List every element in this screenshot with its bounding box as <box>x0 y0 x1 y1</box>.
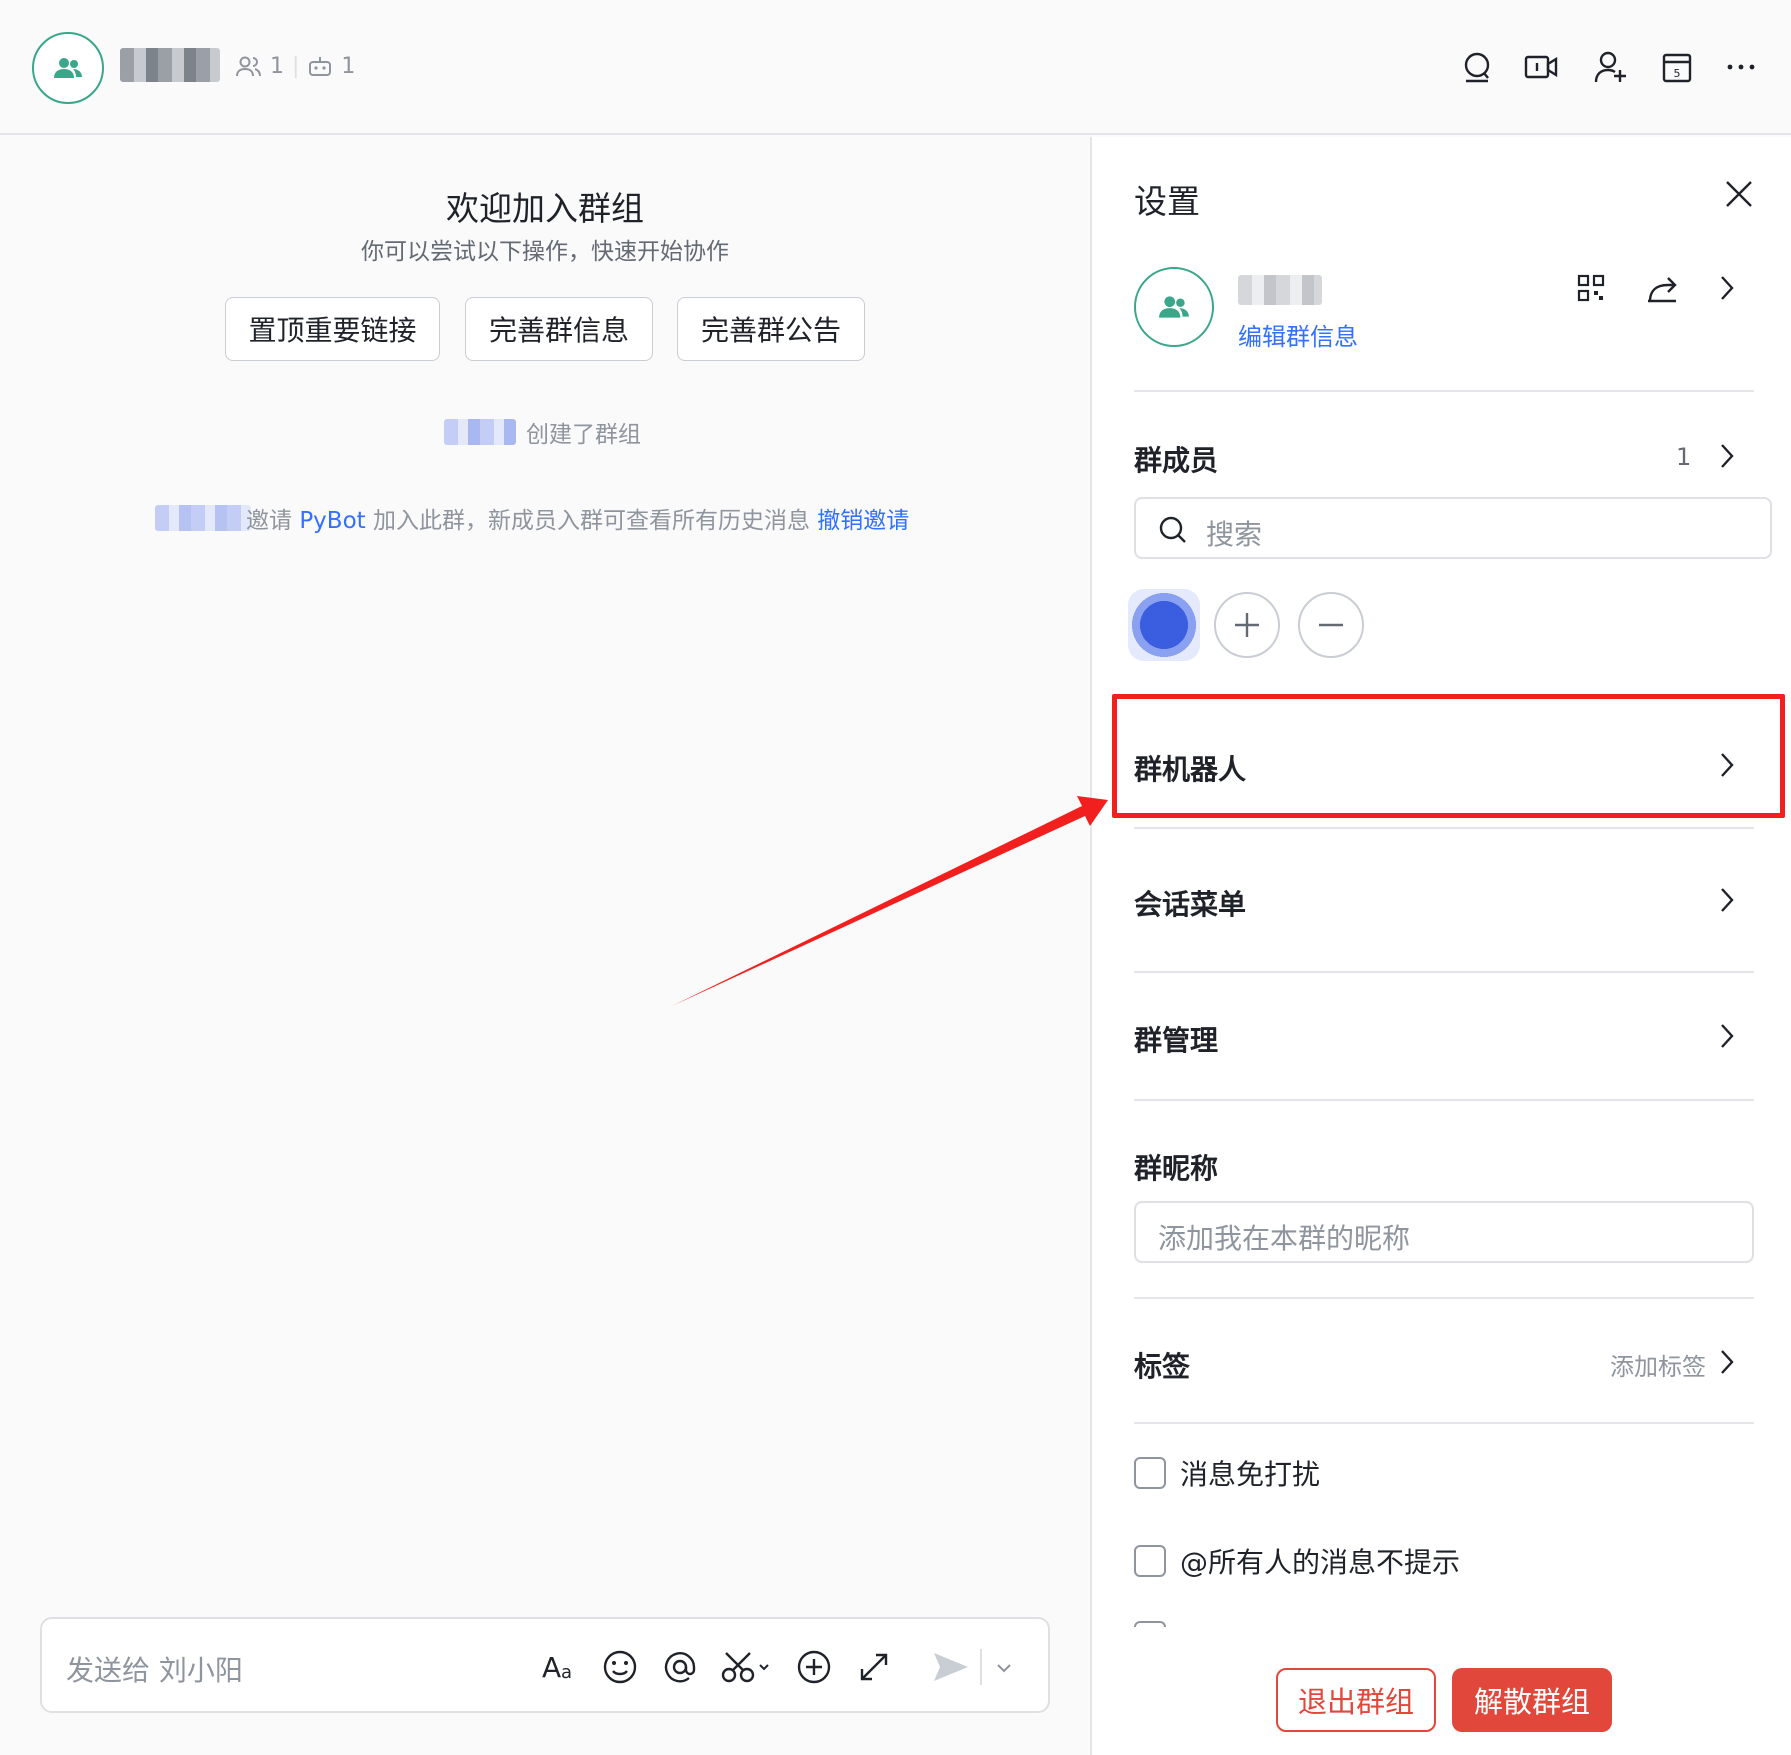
complete-group-info-button[interactable]: 完善群信息 <box>465 297 653 361</box>
pybot-link[interactable]: PyBot <box>299 508 365 534</box>
group-icon <box>54 58 82 78</box>
divider <box>1134 1297 1754 1299</box>
tags-label: 标签 <box>1134 1350 1191 1383</box>
mute-at-all-checkbox[interactable] <box>1134 1545 1166 1577</box>
group-nickname-label: 群昵称 <box>1134 1152 1219 1185</box>
mute-checkbox[interactable] <box>1134 1457 1166 1489</box>
annotation-highlight-box <box>1112 694 1785 818</box>
invite-message: 邀请 PyBot 加入此群，新成员入群可查看所有历史消息 撤销邀请 <box>246 501 909 535</box>
close-icon[interactable] <box>1722 177 1756 211</box>
group-avatar[interactable] <box>32 32 104 104</box>
session-menu-row[interactable]: 会话菜单 <box>1134 883 1246 923</box>
mute-notifications-option[interactable]: 消息免打扰 <box>1134 1453 1320 1493</box>
divider <box>1134 390 1754 392</box>
search-icon <box>1159 516 1186 543</box>
svg-text:a: a <box>561 1662 572 1683</box>
divider <box>1134 827 1754 829</box>
group-management-row[interactable]: 群管理 <box>1134 1019 1218 1059</box>
inviter-name-redacted <box>155 505 251 531</box>
add-member-icon[interactable] <box>1594 50 1628 84</box>
edit-group-info-link[interactable]: 编辑群信息 <box>1238 317 1358 352</box>
group-nickname-input[interactable]: 添加我在本群的昵称 <box>1134 1201 1754 1263</box>
mute-at-all-option[interactable]: @所有人的消息不提示 <box>1134 1541 1460 1581</box>
qr-code-icon[interactable] <box>1576 273 1606 303</box>
message-composer[interactable]: 发送给 刘小阳 Aa <box>40 1617 1050 1713</box>
member-count: 1 <box>270 54 284 79</box>
calendar-icon[interactable]: 5 <box>1660 50 1694 84</box>
clipped-checkbox <box>1134 1621 1166 1627</box>
emoji-icon[interactable] <box>600 1647 640 1687</box>
settings-group-name-redacted <box>1238 275 1322 305</box>
mute-label: 消息免打扰 <box>1180 1458 1321 1491</box>
nickname-placeholder: 添加我在本群的昵称 <box>1158 1222 1411 1255</box>
svg-text:5: 5 <box>1674 67 1681 80</box>
members-count: 1 <box>1676 443 1692 471</box>
search-chat-icon[interactable] <box>1460 50 1494 84</box>
svg-text:A: A <box>542 1651 561 1684</box>
settings-group-avatar[interactable] <box>1134 267 1214 347</box>
expand-icon[interactable] <box>854 1647 894 1687</box>
group-management-chevron-icon[interactable] <box>1716 1021 1738 1051</box>
remove-member-button[interactable] <box>1298 592 1364 658</box>
video-call-icon[interactable] <box>1524 50 1558 84</box>
screenshot-icon[interactable] <box>720 1647 774 1687</box>
mute-at-all-label: @所有人的消息不提示 <box>1180 1546 1461 1579</box>
text-format-icon[interactable]: Aa <box>540 1647 580 1687</box>
bot-count: 1 <box>341 54 356 79</box>
group-name-redacted <box>120 48 220 82</box>
search-placeholder: 搜索 <box>1206 518 1263 551</box>
send-divider <box>980 1649 982 1685</box>
group-created-message: 创建了群组 <box>526 422 641 448</box>
members-chevron-icon[interactable] <box>1716 441 1738 471</box>
dissolve-group-button[interactable]: 解散群组 <box>1452 1668 1612 1732</box>
group-info-chevron-icon[interactable] <box>1716 273 1738 303</box>
minus-icon <box>1319 623 1343 627</box>
tags-chevron-icon[interactable] <box>1716 1347 1738 1377</box>
creator-name-redacted <box>444 419 516 445</box>
welcome-title: 欢迎加入群组 <box>446 189 644 228</box>
group-icon <box>1159 296 1189 318</box>
complete-announcement-button[interactable]: 完善群公告 <box>677 297 865 361</box>
chat-header: 1 | 1 5 <box>0 0 1791 135</box>
mention-icon[interactable] <box>660 1647 700 1687</box>
more-icon[interactable] <box>1724 50 1758 84</box>
composer-placeholder: 发送给 刘小阳 <box>66 1654 243 1687</box>
chat-area: 欢迎加入群组 你可以尝试以下操作，快速开始协作 置顶重要链接 完善群信息 完善群… <box>0 137 1090 1755</box>
invite-suffix: 加入此群，新成员入群可查看所有历史消息 <box>365 508 818 534</box>
add-attachment-icon[interactable] <box>794 1647 834 1687</box>
settings-panel: 设置 编辑群信息 群成员 1 搜索 群机器人 会话菜单 群管理 群昵称 添加我在… <box>1090 137 1791 1755</box>
divider <box>1134 1099 1754 1101</box>
bot-icon <box>309 56 332 76</box>
revoke-invite-link[interactable]: 撤销邀请 <box>817 508 909 534</box>
settings-title: 设置 <box>1134 182 1200 221</box>
invite-prefix: 邀请 <box>246 508 300 534</box>
session-menu-chevron-icon[interactable] <box>1716 885 1738 915</box>
add-member-button[interactable] <box>1214 592 1280 658</box>
divider <box>1134 1422 1754 1424</box>
send-options-icon[interactable] <box>992 1647 1016 1687</box>
plus-icon <box>1235 613 1259 637</box>
leave-group-button[interactable]: 退出群组 <box>1276 1668 1436 1732</box>
divider <box>1134 971 1754 973</box>
members-icon <box>236 56 261 76</box>
member-meta[interactable]: 1 | 1 <box>236 54 355 79</box>
pin-links-button[interactable]: 置顶重要链接 <box>225 297 440 361</box>
welcome-subtitle: 你可以尝试以下操作，快速开始协作 <box>361 239 729 265</box>
share-icon[interactable] <box>1646 273 1678 303</box>
add-tag-link[interactable]: 添加标签 <box>1610 1347 1706 1382</box>
members-label: 群成员 <box>1134 444 1219 477</box>
send-icon[interactable] <box>930 1647 970 1687</box>
member-avatar-redacted[interactable] <box>1128 589 1200 661</box>
member-search-input[interactable]: 搜索 <box>1134 497 1772 559</box>
